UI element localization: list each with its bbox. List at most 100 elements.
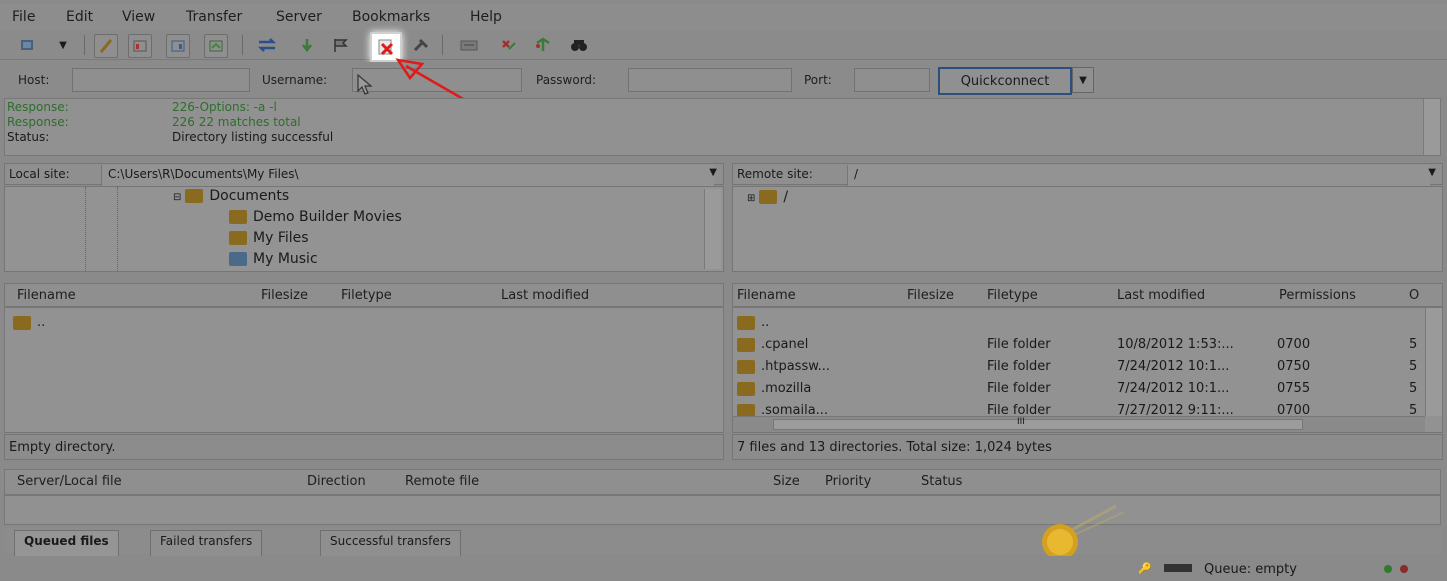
local-directory-tree: ⊟ Documents Demo Builder Movies My Files … bbox=[4, 186, 724, 272]
menu-file[interactable]: File bbox=[12, 9, 35, 25]
tree-item[interactable]: ⊟ Documents bbox=[173, 188, 289, 204]
toggle-local-tree-icon[interactable] bbox=[128, 34, 152, 58]
port-label: Port: bbox=[804, 73, 832, 87]
folder-icon bbox=[737, 337, 755, 352]
remote-status: 7 files and 13 directories. Total size: … bbox=[732, 434, 1443, 460]
column-status[interactable]: Status bbox=[921, 474, 962, 489]
column-last-modified[interactable]: Last modified bbox=[1117, 288, 1205, 303]
folder-icon bbox=[737, 359, 755, 374]
column-priority[interactable]: Priority bbox=[825, 474, 871, 489]
host-label: Host: bbox=[18, 73, 50, 87]
toolbar-separator bbox=[242, 35, 243, 55]
music-folder-icon bbox=[229, 252, 247, 266]
site-manager-icon[interactable] bbox=[18, 34, 40, 56]
key-icon: 🔑 bbox=[1138, 562, 1152, 575]
queue-tabs: Queued files Failed transfers Successful… bbox=[4, 528, 1441, 560]
menu-server[interactable]: Server bbox=[276, 9, 322, 25]
expand-icon: ⊞ bbox=[747, 193, 756, 204]
compare-directories-icon[interactable] bbox=[532, 34, 554, 56]
tree-item[interactable]: ⊞ / bbox=[747, 189, 788, 205]
column-remote-file[interactable]: Remote file bbox=[405, 474, 479, 489]
toolbar-separator bbox=[84, 35, 85, 55]
folder-icon bbox=[759, 190, 778, 204]
mouse-cursor-icon bbox=[357, 74, 373, 95]
toggle-remote-tree-icon[interactable] bbox=[166, 34, 190, 58]
column-last-modified[interactable]: Last modified bbox=[501, 288, 589, 303]
column-filetype[interactable]: Filetype bbox=[987, 288, 1038, 303]
column-filename[interactable]: Filename bbox=[737, 288, 796, 303]
scroll-grip: III bbox=[1017, 417, 1025, 427]
folder-icon bbox=[737, 381, 755, 396]
local-path-input[interactable]: C:\Users\R\Documents\My Files\ bbox=[101, 165, 714, 187]
list-item[interactable]: .. bbox=[5, 312, 723, 334]
remote-file-list: .. .cpanel File folder 10/8/2012 1:53:..… bbox=[732, 307, 1443, 433]
flag-icon[interactable] bbox=[330, 34, 352, 56]
message-log: Response: 226-Options: -a -l Response: 226… bbox=[4, 98, 1441, 156]
menu-edit[interactable]: Edit bbox=[66, 9, 93, 25]
remote-path-input[interactable]: / bbox=[847, 165, 1430, 187]
quickconnect-button[interactable]: Quickconnect bbox=[938, 67, 1072, 95]
refresh-icon[interactable] bbox=[256, 34, 278, 56]
tree-item[interactable]: My Music bbox=[229, 251, 318, 267]
tree-item[interactable]: Demo Builder Movies bbox=[229, 209, 402, 225]
username-label: Username: bbox=[262, 73, 328, 87]
folder-icon bbox=[229, 231, 247, 245]
tree-item[interactable]: My Files bbox=[229, 230, 309, 246]
remote-directory-tree: ⊞ / bbox=[732, 186, 1443, 272]
table-row[interactable]: .cpanel File folder 10/8/2012 1:53:... 0… bbox=[733, 334, 1442, 356]
local-site-label: Local site: bbox=[9, 167, 70, 181]
queue-status: Queue: empty bbox=[1204, 562, 1297, 577]
folder-icon bbox=[737, 315, 755, 330]
port-input[interactable] bbox=[854, 68, 930, 92]
chevron-down-icon[interactable]: ▼ bbox=[1072, 67, 1094, 93]
chevron-down-icon[interactable]: ▼ bbox=[1428, 167, 1436, 178]
local-status: Empty directory. bbox=[4, 434, 724, 460]
chevron-down-icon[interactable]: ▼ bbox=[709, 167, 717, 178]
column-filename[interactable]: Filename bbox=[17, 288, 76, 303]
toggle-log-icon[interactable] bbox=[94, 34, 118, 58]
table-row[interactable]: .mozilla File folder 7/24/2012 10:1... 0… bbox=[733, 378, 1442, 400]
log-scrollbar[interactable] bbox=[1423, 99, 1440, 155]
folder-icon bbox=[13, 315, 31, 330]
password-input[interactable] bbox=[628, 68, 792, 92]
chevron-down-icon[interactable]: ▼ bbox=[52, 34, 74, 56]
column-server-local-file[interactable]: Server/Local file bbox=[17, 474, 122, 489]
remote-site-label: Remote site: bbox=[737, 167, 813, 181]
menu-transfer[interactable]: Transfer bbox=[186, 9, 242, 25]
folder-icon bbox=[229, 210, 247, 224]
process-queue-icon[interactable] bbox=[296, 34, 318, 56]
host-input[interactable] bbox=[72, 68, 250, 92]
local-file-list: .. bbox=[4, 307, 724, 433]
remote-list-hscrollbar[interactable]: III bbox=[733, 416, 1425, 432]
remote-list-header: Filename Filesize Filetype Last modified… bbox=[732, 283, 1443, 307]
menu-view[interactable]: View bbox=[122, 9, 155, 25]
toggle-queue-icon[interactable] bbox=[204, 34, 228, 58]
column-direction[interactable]: Direction bbox=[307, 474, 366, 489]
menu-bookmarks[interactable]: Bookmarks bbox=[352, 9, 430, 25]
receive-led-icon bbox=[1400, 565, 1408, 573]
remote-list-vscrollbar[interactable] bbox=[1425, 308, 1442, 416]
local-site-bar: Local site: C:\Users\R\Documents\My File… bbox=[4, 163, 724, 187]
password-label: Password: bbox=[536, 73, 597, 87]
transfer-indicator-icon bbox=[1164, 564, 1192, 572]
column-permissions[interactable]: Permissions bbox=[1279, 288, 1356, 303]
local-tree-scrollbar[interactable] bbox=[704, 189, 721, 269]
column-filesize[interactable]: Filesize bbox=[261, 288, 308, 303]
bottom-status-bar: 🔑 Queue: empty bbox=[0, 556, 1447, 581]
folder-icon bbox=[185, 189, 204, 203]
remote-site-bar: Remote site: / ▼ bbox=[732, 163, 1443, 187]
local-list-header: Filename Filesize Filetype Last modified bbox=[4, 283, 724, 307]
watermark-logo bbox=[1042, 504, 1125, 560]
queue-list bbox=[4, 495, 1441, 525]
column-filetype[interactable]: Filetype bbox=[341, 288, 392, 303]
table-row[interactable]: .htpassw... File folder 7/24/2012 10:1..… bbox=[733, 356, 1442, 378]
menu-bar: File Edit View Transfer Server Bookmarks… bbox=[0, 4, 1447, 30]
list-item[interactable]: .. bbox=[733, 312, 1442, 334]
menu-help[interactable]: Help bbox=[470, 9, 502, 25]
column-owner[interactable]: O bbox=[1409, 288, 1419, 303]
binoculars-icon[interactable] bbox=[568, 34, 590, 56]
quickconnect-bar: Host: Username: Password: Port: Quickcon… bbox=[0, 62, 1447, 96]
queue-header: Server/Local file Direction Remote file … bbox=[4, 469, 1441, 495]
column-filesize[interactable]: Filesize bbox=[907, 288, 954, 303]
column-size[interactable]: Size bbox=[773, 474, 800, 489]
